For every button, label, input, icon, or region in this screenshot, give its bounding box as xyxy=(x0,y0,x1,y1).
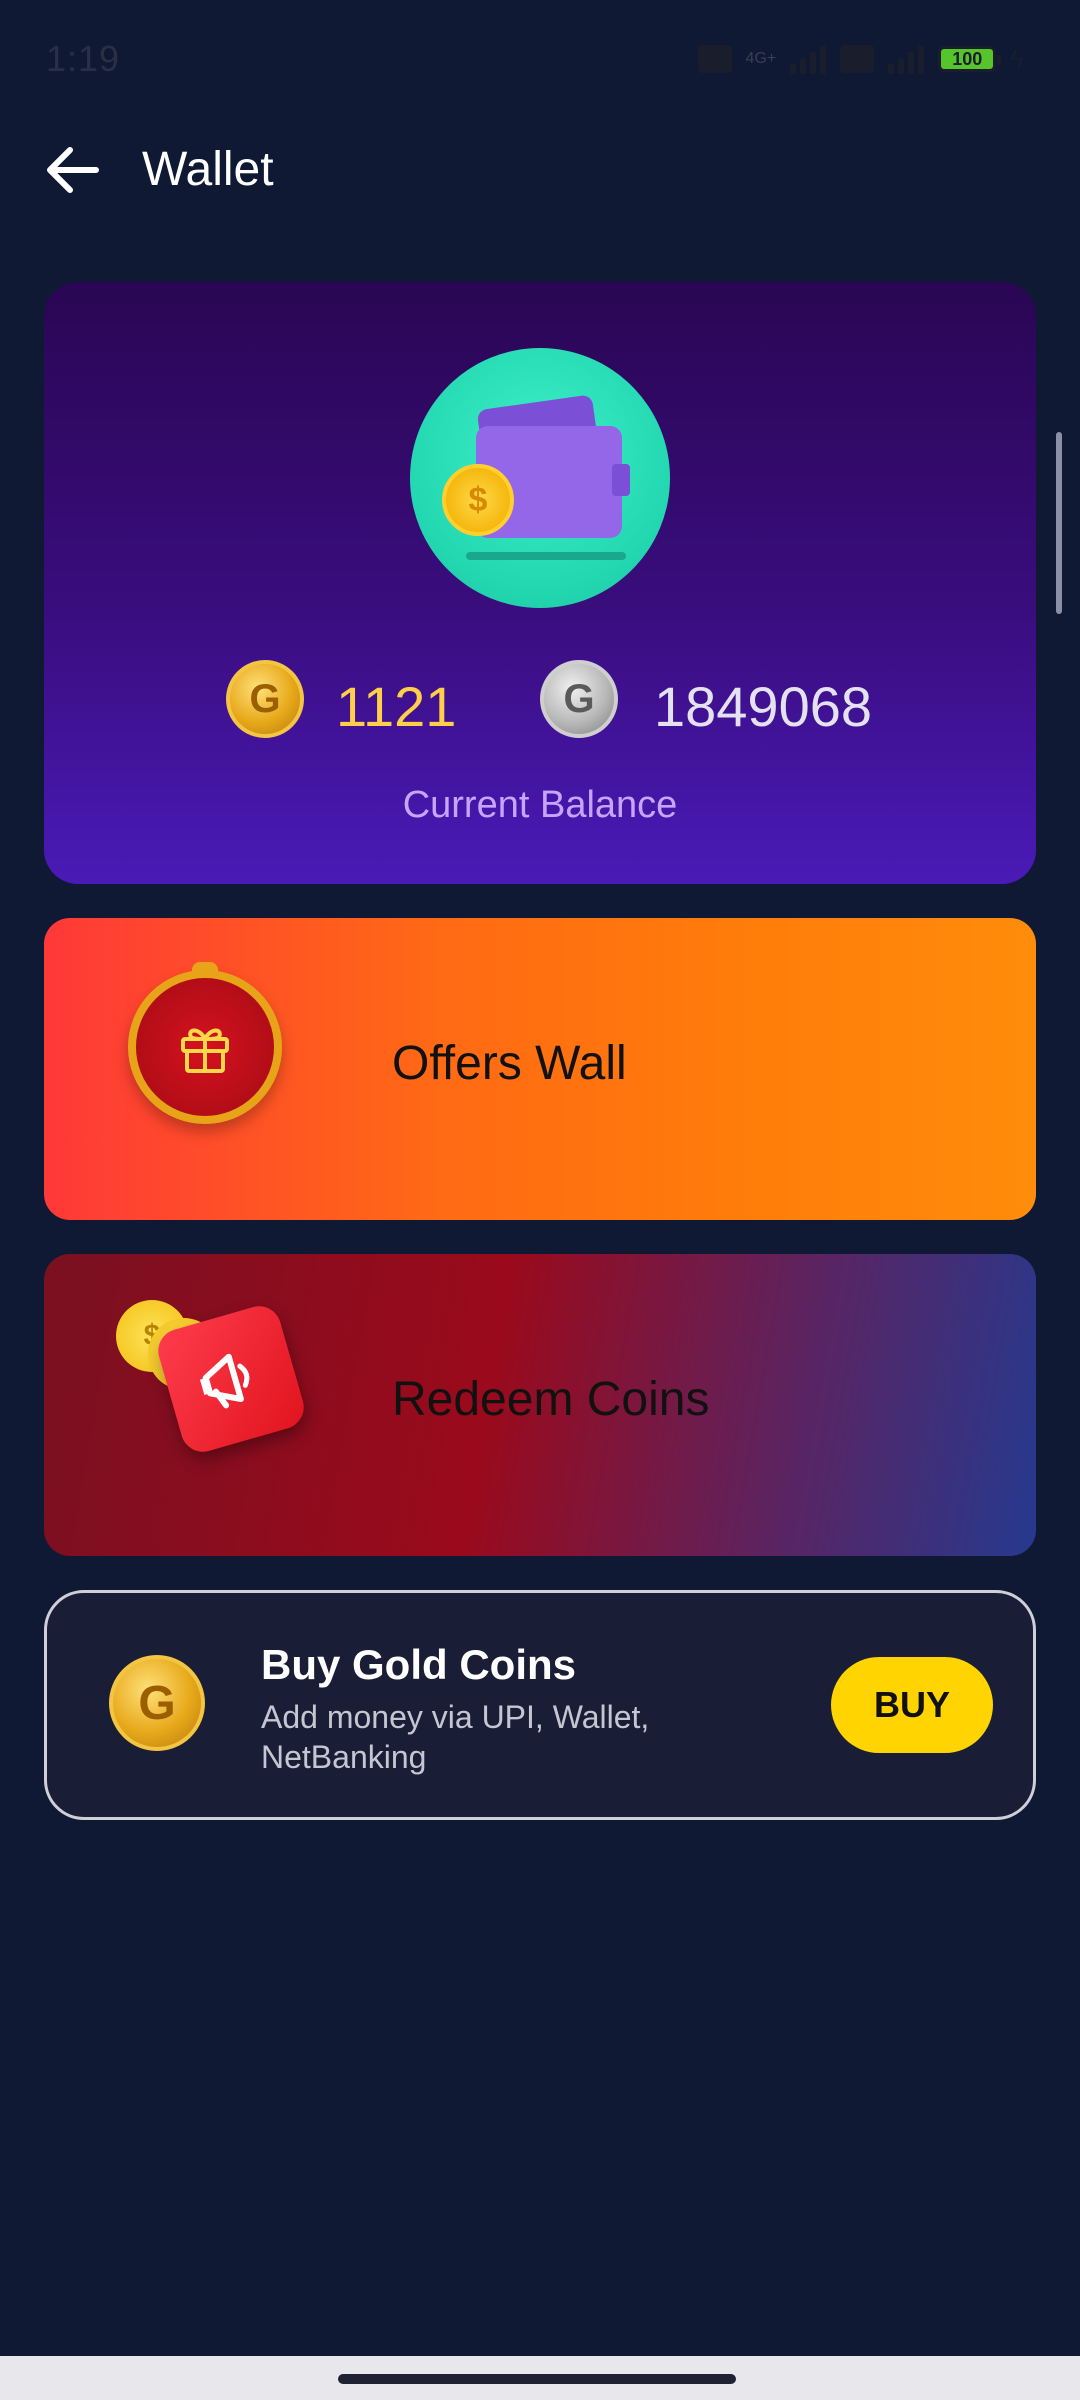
dollar-coin-icon: $ xyxy=(442,464,514,536)
wallet-icon: $ xyxy=(410,348,670,608)
battery-level: 100 xyxy=(952,48,983,69)
battery-icon: 100 xyxy=(938,46,1002,72)
volte-icon xyxy=(697,45,732,73)
status-bar: 1:19 4G+ 100 ϟ xyxy=(0,0,1080,120)
silver-coin-icon: G xyxy=(540,660,618,738)
page-title: Wallet xyxy=(142,143,274,196)
buy-gold-coins-card: G Buy Gold Coins Add money via UPI, Wall… xyxy=(44,1590,1036,1820)
gold-coin-icon: G xyxy=(109,1655,205,1751)
gift-glyph-icon xyxy=(181,1028,229,1073)
charging-icon: ϟ xyxy=(1010,43,1024,74)
redeem-illustration: $ xyxy=(108,1300,318,1490)
redeem-coins-label: Redeem Coins xyxy=(392,1373,710,1426)
system-nav-bar xyxy=(0,2356,1080,2400)
app-header: Wallet xyxy=(0,120,1080,220)
buy-button[interactable]: BUY xyxy=(831,1657,993,1753)
balance-row: G 1121 G 1849068 xyxy=(44,660,1036,750)
scrollbar-thumb[interactable] xyxy=(1056,432,1062,614)
home-indicator[interactable] xyxy=(338,2374,736,2384)
volte-icon-2 xyxy=(840,45,875,73)
gold-coin-balance: 1121 xyxy=(336,675,457,738)
signal-strength-icon-2 xyxy=(888,44,925,74)
offers-wall-label: Offers Wall xyxy=(392,1037,627,1090)
offers-wall-card[interactable]: Offers Wall xyxy=(44,918,1036,1220)
status-time: 1:19 xyxy=(46,38,121,79)
gold-coin-icon: G xyxy=(226,660,304,738)
gift-icon xyxy=(128,962,282,1124)
arrow-left-icon xyxy=(47,147,99,193)
current-balance-label: Current Balance xyxy=(402,784,678,826)
megaphone-glyph-icon xyxy=(199,1353,250,1409)
buy-gold-coins-subtitle: Add money via UPI, Wallet, NetBanking xyxy=(261,1699,650,1775)
redeem-coins-card[interactable]: $ Redeem Coins xyxy=(44,1254,1036,1556)
wallet-screen: 1:19 4G+ 100 ϟ Wallet $ G 1121 G 1849068… xyxy=(0,0,1080,2400)
buy-gold-coins-title: Buy Gold Coins xyxy=(261,1641,576,1688)
back-button[interactable] xyxy=(40,140,104,200)
signal-strength-icon xyxy=(790,44,827,74)
silver-coin-balance: 1849068 xyxy=(654,675,873,738)
balance-card: $ G 1121 G 1849068 Current Balance xyxy=(44,282,1036,884)
network-type-label: 4G+ xyxy=(745,50,777,67)
status-icons: 4G+ 100 ϟ xyxy=(697,42,1024,76)
